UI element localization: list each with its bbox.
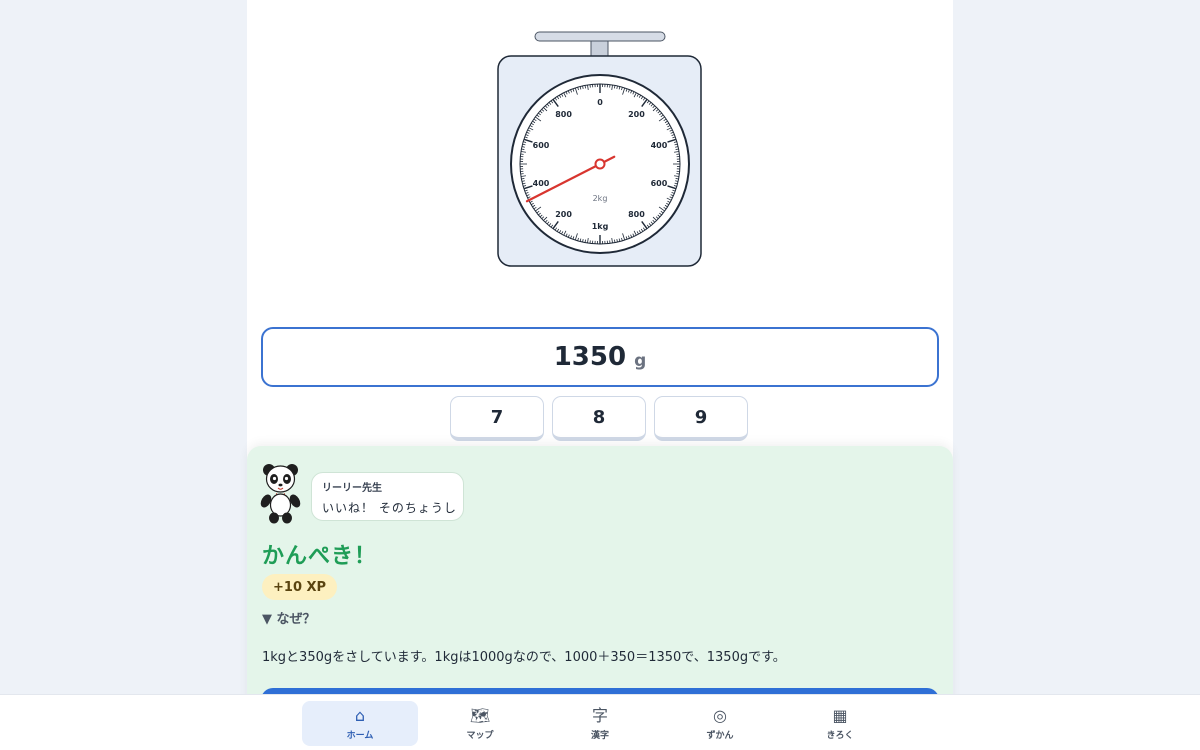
dial-label: 800	[555, 110, 572, 119]
dial-label: 0	[597, 98, 603, 107]
key-8[interactable]: 8	[552, 396, 646, 441]
nav-label-records: きろく	[826, 730, 854, 741]
dial-tick	[675, 178, 679, 180]
nav-item-records[interactable]: ▦ きろく	[782, 701, 898, 746]
nav-label-home: ホーム	[346, 730, 374, 741]
nav-label-map: マップ	[466, 730, 494, 741]
answer-value: 1350	[553, 342, 627, 372]
speech-text: いいね！ そのちょうし	[322, 501, 457, 515]
dial-label: 200	[628, 110, 645, 119]
records-icon: ▦	[832, 705, 848, 725]
kitchen-scale: 0 200 400 600 800 1kg 200 400 600 800 2kg	[497, 30, 703, 270]
nav-label-zukan: ずかん	[706, 730, 734, 741]
nav-item-map[interactable]: 🗺 マップ	[422, 701, 538, 746]
dial-tick	[584, 85, 586, 89]
map-icon: 🗺	[469, 705, 491, 725]
dial-label: 200	[555, 210, 572, 219]
dial-label: 400	[533, 179, 550, 188]
nav-label-kanji: 漢字	[590, 730, 609, 741]
scale-illustration: 0 200 400 600 800 1kg 200 400 600 800 2kg	[497, 31, 702, 267]
home-icon: ⌂	[354, 705, 366, 725]
dial-label: 400	[651, 141, 668, 150]
why-toggle[interactable]: ▼ なぜ？	[262, 608, 316, 627]
nav-item-kanji[interactable]: 字 漢字	[542, 701, 658, 746]
explanation-text: 1kgと350gをさしています。1kgは1000gなので、1000＋350＝13…	[262, 650, 786, 665]
dial-tick	[675, 148, 679, 150]
nav-item-home[interactable]: ⌂ ホーム	[302, 701, 418, 746]
number-keypad: 7 8 9	[450, 396, 748, 441]
target-icon: ◎	[713, 705, 727, 725]
dial-label: 800	[628, 210, 645, 219]
bottom-navigation: ⌂ ホーム 🗺 マップ 字 漢字 ◎ ずかん ▦ きろく	[0, 694, 1200, 750]
key-7[interactable]: 7	[450, 396, 544, 441]
answer-input[interactable]: 1350 g	[261, 327, 939, 387]
dial-tick	[521, 148, 525, 150]
dial-tick	[614, 239, 616, 243]
dial-tick	[584, 239, 586, 243]
dial-tick	[521, 178, 525, 180]
speaker-name: リーリー先生	[322, 483, 382, 494]
result-title: かんぺき！	[262, 544, 378, 569]
dial-label: 1kg	[592, 222, 609, 231]
pointer-pivot	[594, 158, 606, 170]
xp-badge: +10 XP	[262, 574, 338, 600]
speech-bubble: リーリー先生 いいね！ そのちょうし	[311, 472, 464, 521]
kanji-icon: 字	[591, 705, 608, 725]
dial-center-label: 2kg	[593, 194, 608, 203]
dial-label: 600	[533, 141, 550, 150]
dial-label: 600	[651, 179, 668, 188]
main-column: 0 200 400 600 800 1kg 200 400 600 800 2kg 1350 g …	[247, 0, 953, 750]
dial-tick	[614, 85, 616, 89]
panda-teacher-avatar	[260, 464, 301, 524]
key-9[interactable]: 9	[654, 396, 748, 441]
nav-item-zukan[interactable]: ◎ ずかん	[662, 701, 778, 746]
answer-unit: g	[634, 351, 647, 371]
